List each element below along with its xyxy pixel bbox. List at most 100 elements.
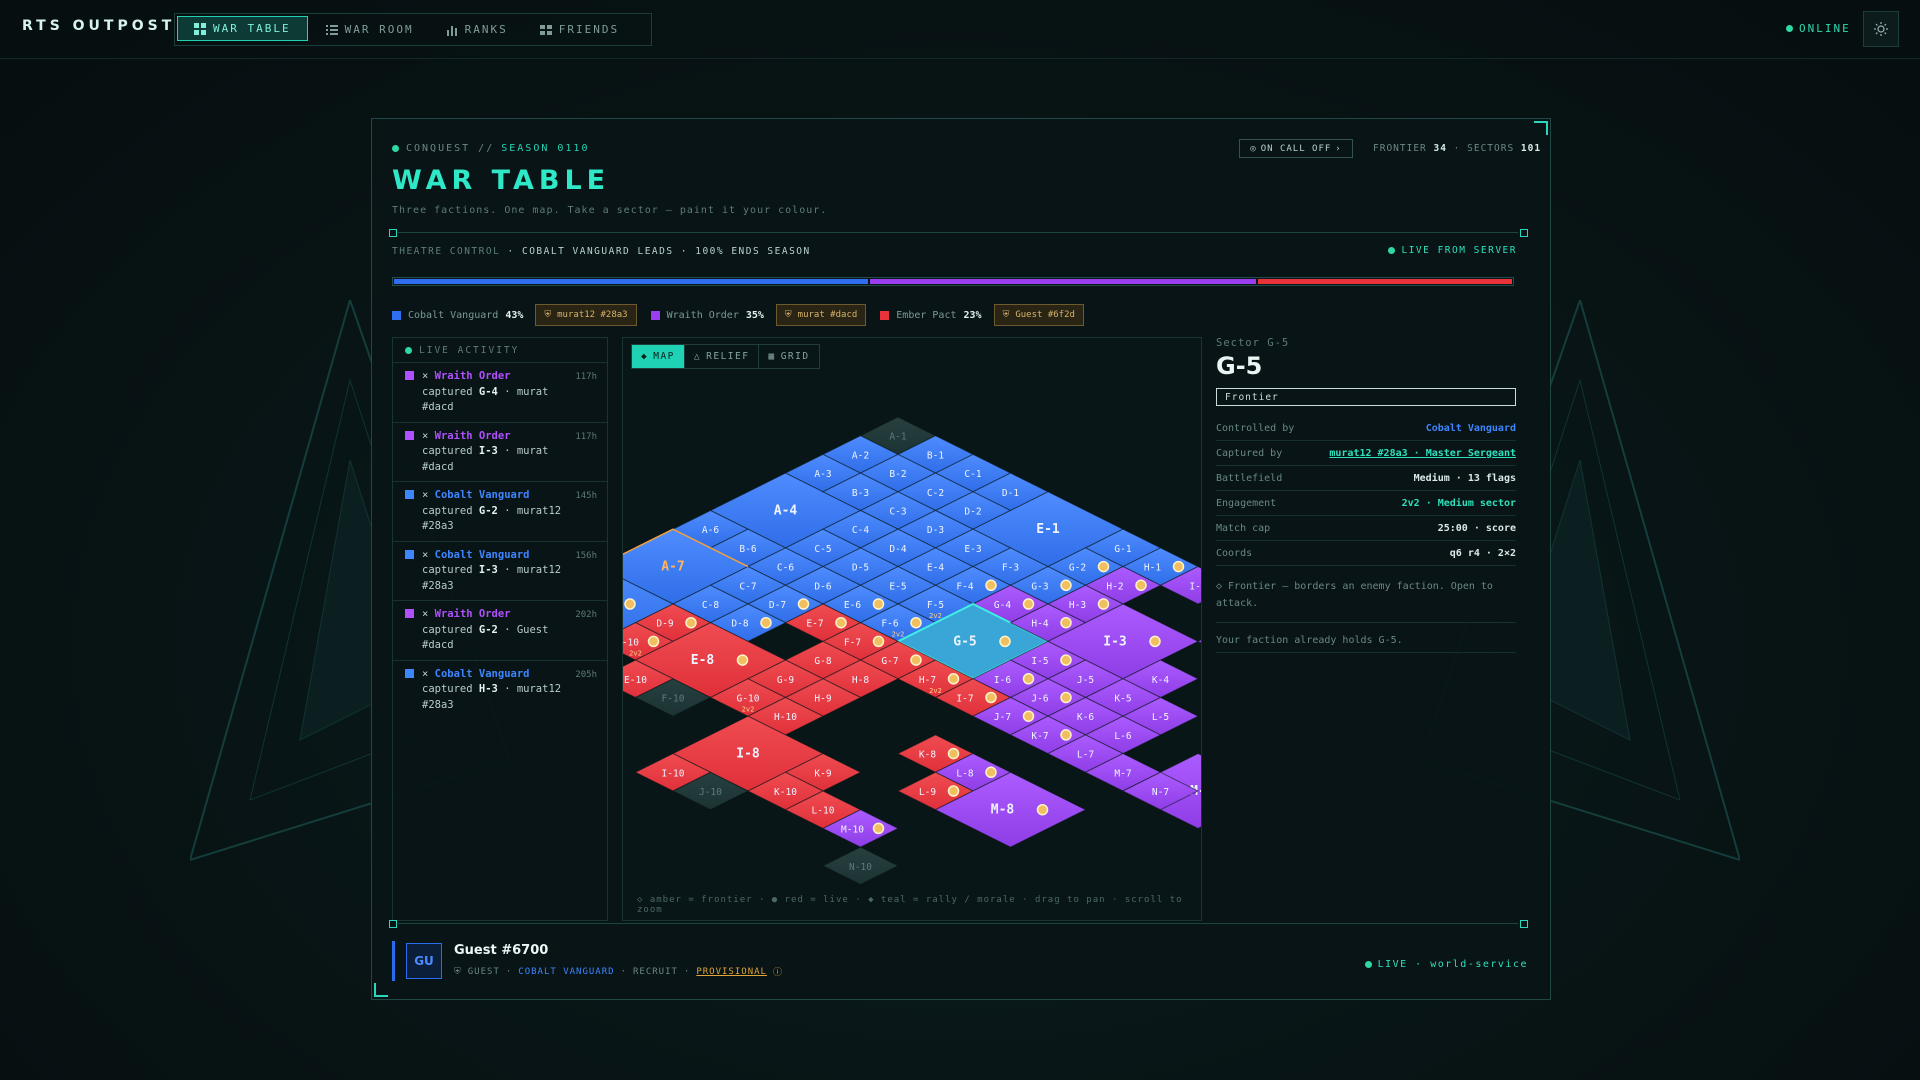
- engagement-label: 2v2: [742, 706, 755, 714]
- leader-chip[interactable]: ⛨ Guest #6f2d: [993, 304, 1084, 326]
- triangle-icon: △: [693, 351, 702, 362]
- sector-map[interactable]: A-1 A-2 B-1 A-3 B-2 C-1 A-4 B-3 C-2 D-1 C-3 D-2 E-1 A…: [623, 338, 1201, 920]
- sector-label: J-10: [699, 787, 722, 798]
- capture-icon: ×: [422, 489, 435, 501]
- settings-button[interactable]: [1863, 11, 1899, 47]
- activity-title: LIVE ACTIVITY: [419, 344, 520, 356]
- sector-label: B-6: [739, 544, 756, 555]
- war-table-panel: CONQUEST // SEASON 0110 WAR TABLE Three f…: [371, 118, 1551, 1000]
- sector-label: E-4: [927, 563, 944, 574]
- activity-time: 205h: [575, 669, 597, 680]
- tab-grid[interactable]: ▦ GRID: [759, 345, 818, 368]
- activity-item[interactable]: × Cobalt Vanguard captured H-3 · murat12…: [393, 659, 607, 720]
- sector-label: J-6: [1031, 694, 1048, 705]
- leader-chip[interactable]: ⛨ murat12 #28a3: [535, 304, 637, 326]
- sector-label: I-6: [994, 675, 1011, 686]
- crumb-prefix: CONQUEST //: [406, 143, 495, 154]
- activity-verb: captured: [422, 445, 473, 457]
- nav-label: RANKS: [464, 23, 508, 36]
- sector-i-[interactable]: [1196, 604, 1201, 679]
- activity-text: × Cobalt Vanguard captured G-2 · murat12…: [422, 488, 562, 535]
- frontier-marker-icon: [872, 598, 885, 610]
- property-key: Coords: [1216, 547, 1253, 559]
- sector-label: M-10: [841, 824, 864, 835]
- frontier-marker-icon: [1022, 673, 1035, 685]
- sector-label: G-9: [777, 675, 794, 686]
- sector-label: C-8: [702, 600, 719, 611]
- frontier-note: ◇ Frontier — borders an enemy faction. O…: [1216, 578, 1516, 623]
- sector-label: B-1: [927, 450, 944, 461]
- player-name: Guest #6700: [454, 943, 549, 958]
- on-call-toggle[interactable]: ◎ ON CALL OFF ›: [1239, 139, 1353, 158]
- sector-label: A-1: [889, 432, 906, 443]
- activity-item[interactable]: × Wraith Order captured G-4 · murat #dac…: [393, 362, 607, 422]
- activity-item[interactable]: × Wraith Order captured I-3 · murat #dac…: [393, 421, 607, 482]
- player-role: GUEST: [467, 966, 500, 977]
- nav-label: WAR ROOM: [344, 23, 414, 36]
- activity-sector: I-3: [478, 564, 498, 576]
- activity-item[interactable]: × Cobalt Vanguard captured G-2 · murat12…: [393, 481, 607, 541]
- activity-header: LIVE ACTIVITY: [393, 338, 607, 362]
- tab-map[interactable]: ◆ MAP: [632, 345, 685, 368]
- leader-chip[interactable]: ⛨ murat #dacd: [775, 304, 867, 326]
- nav-tab-war-room[interactable]: WAR ROOM: [310, 14, 430, 45]
- sector-label: K-9: [814, 768, 831, 779]
- activity-text: × Cobalt Vanguard captured H-3 · murat12…: [422, 667, 562, 714]
- avatar[interactable]: GU: [406, 943, 442, 979]
- activity-item[interactable]: × Cobalt Vanguard captured I-3 · murat12…: [393, 540, 607, 601]
- shield-icon: ⛨: [1002, 310, 1010, 320]
- activity-faction: Cobalt Vanguard: [434, 548, 530, 561]
- faction-accent-bar: [392, 941, 395, 981]
- sector-label: H-7: [919, 675, 936, 686]
- frontier-marker-icon: [872, 822, 885, 835]
- player-faction[interactable]: COBALT VANGUARD: [518, 967, 614, 977]
- tab-label: MAP: [653, 351, 675, 362]
- capture-icon: ×: [422, 548, 435, 561]
- sector-label: H-9: [814, 694, 831, 705]
- nav-tab-war-table[interactable]: WAR TABLE: [177, 16, 308, 41]
- sector-properties: Controlled by Cobalt Vanguard Captured by m…: [1216, 416, 1516, 566]
- faction-share: 35%: [745, 309, 764, 321]
- faction-name: Wraith Order: [666, 309, 739, 321]
- nav-tab-friends[interactable]: FRIENDS: [524, 14, 635, 45]
- divider: [398, 923, 1518, 924]
- provisional-badge[interactable]: PROVISIONAL: [696, 967, 767, 977]
- theatre-control: THEATRE CONTROL · COBALT VANGUARD LEADS …: [392, 246, 811, 257]
- activity-list: × Wraith Order captured G-4 · murat #dac…: [393, 362, 607, 719]
- sector-label: J-5: [1077, 675, 1094, 686]
- sector-label: D-3: [927, 525, 944, 536]
- property-key: Controlled by: [1216, 422, 1295, 434]
- theatre-label: THEATRE CONTROL: [392, 246, 501, 257]
- property-value[interactable]: murat12 #28a3 · Master Sergeant: [1329, 448, 1516, 459]
- sectors-label: SECTORS: [1467, 143, 1515, 154]
- sector-label: E-3: [964, 544, 981, 555]
- sector-label: G-5: [953, 634, 976, 649]
- activity-text: × Wraith Order captured G-2 · Guest #dac…: [422, 607, 562, 654]
- nav-tab-ranks[interactable]: RANKS: [430, 14, 524, 45]
- tab-relief[interactable]: △ RELIEF: [685, 345, 760, 368]
- faction-legend: Cobalt Vanguard 43% ⛨ murat12 #28a3 Wraith…: [392, 304, 1098, 326]
- frontier-marker-icon: [872, 635, 885, 648]
- frontier-marker-icon: [685, 616, 697, 629]
- activity-text: × Cobalt Vanguard captured I-3 · murat12…: [422, 548, 562, 595]
- map-viewport[interactable]: A-1 A-2 B-1 A-3 B-2 C-1 A-4 B-3 C-2 D-1 C-3 D-2 E-1 A…: [622, 337, 1202, 921]
- sector-label: E-10: [624, 675, 647, 686]
- info-icon[interactable]: ⓘ: [773, 965, 783, 978]
- sector-label: F-10: [662, 694, 685, 705]
- sector-label: M-7: [1114, 768, 1131, 779]
- sector-label: E-5: [889, 581, 906, 592]
- sector-label: A-4: [774, 504, 798, 519]
- frontier-marker-icon: [999, 635, 1011, 648]
- sector-label: B-3: [852, 488, 869, 499]
- sector-label: I-1: [1189, 581, 1201, 592]
- activity-item[interactable]: × Wraith Order captured G-2 · Guest #dac…: [393, 600, 607, 660]
- tab-label: RELIEF: [706, 351, 750, 362]
- live-indicator: LIVE FROM SERVER: [1388, 245, 1517, 256]
- bar-chart-icon: [446, 25, 457, 36]
- sector-label: I-7: [956, 694, 973, 705]
- sector-label: F-6: [881, 619, 898, 630]
- player-rank: RECRUIT: [632, 966, 678, 977]
- frontier-marker-icon: [760, 616, 772, 629]
- leader-name: Guest #6f2d: [1015, 310, 1075, 320]
- sector-label: E-1: [1036, 522, 1060, 537]
